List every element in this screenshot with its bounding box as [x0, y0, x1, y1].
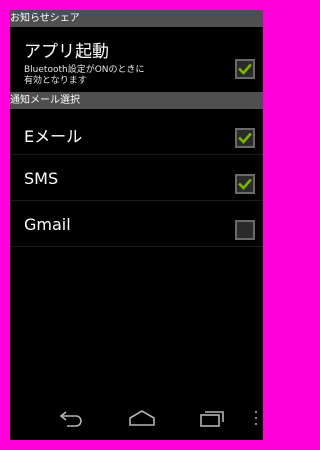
- sms-label: SMS: [24, 169, 59, 188]
- check-icon: [238, 132, 252, 144]
- recent-apps-icon[interactable]: [199, 408, 225, 428]
- sms-checkbox[interactable]: [235, 174, 255, 194]
- gmail-row[interactable]: Gmail: [10, 201, 263, 247]
- app-launch-row[interactable]: アプリ起動 Bluetooth設定がONのときに 有効となります: [10, 27, 263, 93]
- gmail-checkbox[interactable]: [235, 220, 255, 240]
- section-header-notify: お知らせシェア: [10, 10, 263, 27]
- section-header-mail: 通知メール選択: [10, 92, 263, 109]
- screen: お知らせシェア アプリ起動 Bluetooth設定がONのときに 有効となります…: [10, 10, 263, 440]
- sms-row[interactable]: SMS: [10, 155, 263, 201]
- check-icon: [238, 178, 252, 190]
- app-launch-sub1: Bluetooth設定がONのときに: [24, 65, 145, 75]
- app-launch-checkbox[interactable]: [235, 59, 255, 79]
- app-launch-sub2: 有効となります: [24, 76, 87, 86]
- email-row[interactable]: Eメール: [10, 109, 263, 155]
- navigation-bar: [10, 400, 263, 440]
- app-launch-label: アプリ起動: [24, 42, 109, 62]
- home-icon[interactable]: [128, 408, 156, 428]
- email-checkbox[interactable]: [235, 128, 255, 148]
- email-label: Eメール: [24, 127, 83, 146]
- overflow-menu-icon[interactable]: [253, 410, 259, 426]
- gmail-label: Gmail: [24, 215, 71, 234]
- check-icon: [238, 63, 252, 75]
- back-icon[interactable]: [58, 408, 84, 428]
